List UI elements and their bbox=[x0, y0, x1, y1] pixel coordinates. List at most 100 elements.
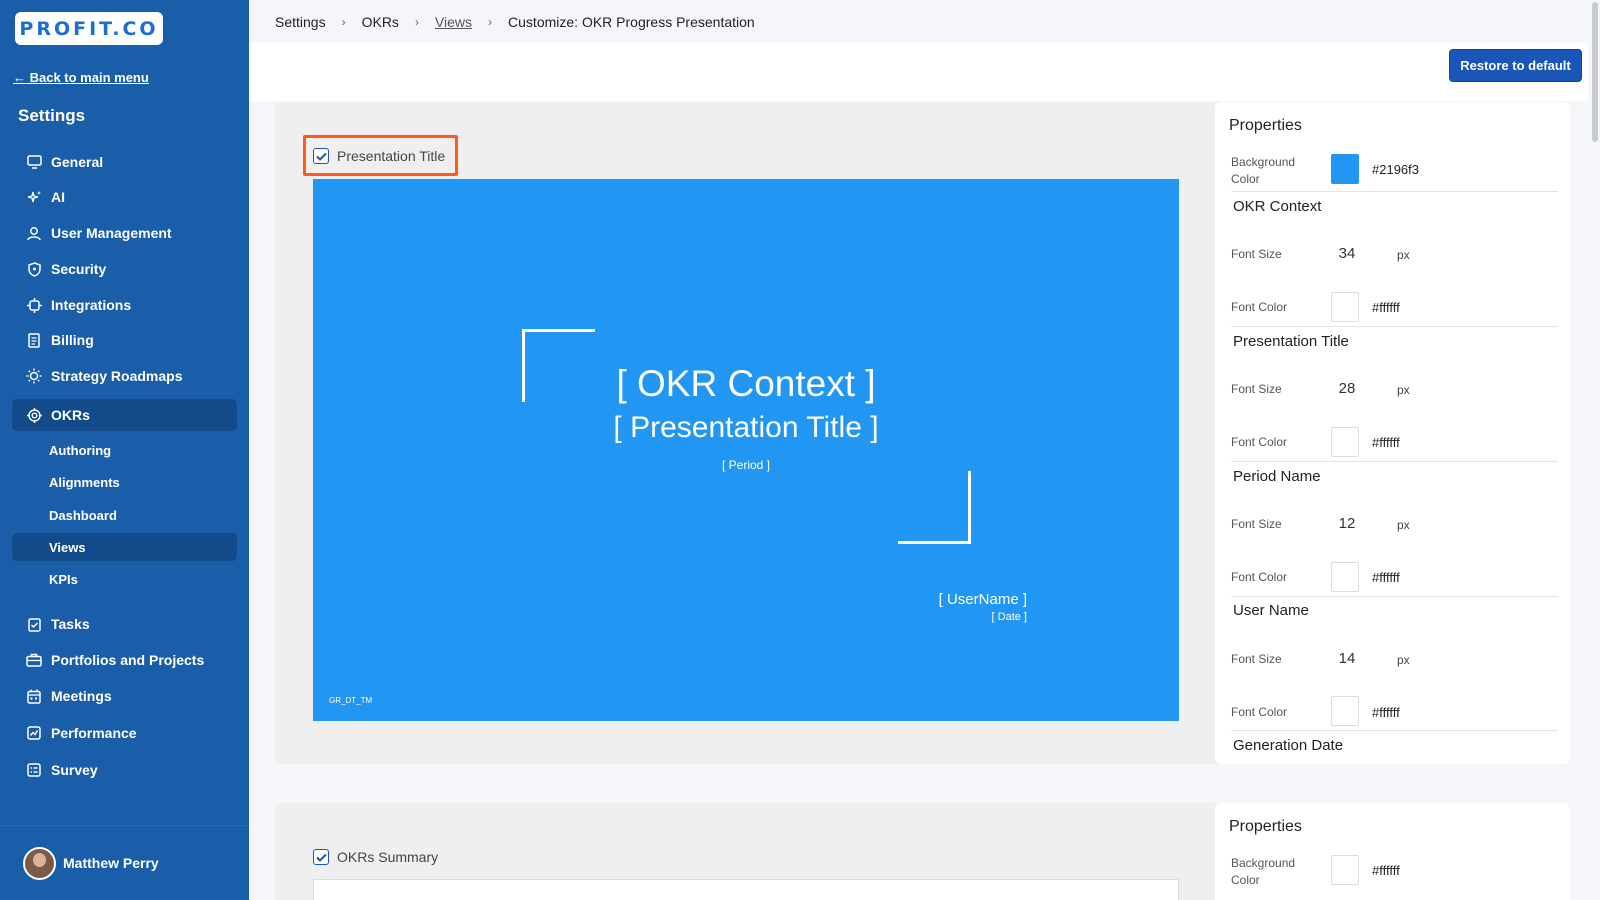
chart-icon bbox=[26, 725, 42, 741]
background-color-value[interactable]: #ffffff bbox=[1372, 863, 1400, 878]
sidebar-item-label: Portfolios and Projects bbox=[51, 652, 205, 668]
background-color-swatch[interactable] bbox=[1331, 855, 1359, 885]
sidebar-item-label: OKRs bbox=[51, 407, 90, 423]
font-size-unit: px bbox=[1397, 383, 1410, 397]
okrs-summary-section: OKRs Summary Properties Background Color… bbox=[275, 803, 1570, 900]
slide-footer-code: GR_DT_TM bbox=[329, 696, 373, 705]
sidebar-item-okrs[interactable]: OKRs bbox=[12, 399, 237, 431]
sidebar-item-strategy-roadmaps[interactable]: Strategy Roadmaps bbox=[12, 360, 237, 392]
user-name-font-size-input[interactable]: 14 bbox=[1327, 650, 1367, 667]
okr-context-font-color-value[interactable]: #ffffff bbox=[1372, 300, 1400, 315]
slide-presentation-title: [ Presentation Title ] bbox=[613, 411, 879, 444]
restore-to-default-button[interactable]: Restore to default bbox=[1449, 49, 1582, 82]
group-title-generation-date: Generation Date bbox=[1233, 737, 1344, 754]
sidebar-subitem-alignments[interactable]: Alignments bbox=[12, 468, 237, 496]
okr-context-font-color-swatch[interactable] bbox=[1331, 292, 1359, 322]
slide-preview: [ OKR Context ] [ Presentation Title ] [… bbox=[313, 179, 1179, 721]
plug-icon bbox=[26, 297, 42, 313]
background-color-swatch[interactable] bbox=[1331, 154, 1359, 184]
sidebar-item-label: Billing bbox=[51, 332, 94, 348]
sidebar-subitem-label: Authoring bbox=[49, 442, 112, 458]
okrs-summary-preview bbox=[313, 879, 1179, 900]
user-name: Matthew Perry bbox=[63, 855, 159, 871]
font-size-unit: px bbox=[1397, 518, 1410, 532]
sidebar-item-performance[interactable]: Performance bbox=[12, 717, 237, 749]
slide-okr-context: [ OKR Context ] bbox=[616, 363, 876, 404]
target-icon bbox=[26, 407, 42, 423]
sidebar-item-label: Strategy Roadmaps bbox=[51, 368, 183, 384]
sidebar-user-profile[interactable]: Matthew Perry bbox=[0, 825, 249, 900]
sidebar-item-label: User Management bbox=[51, 225, 172, 241]
breadcrumb-separator-icon: › bbox=[414, 14, 419, 29]
page-scrollbar[interactable] bbox=[1590, 0, 1600, 900]
sidebar-subitem-label: KPIs bbox=[49, 571, 78, 587]
font-size-label: Font Size bbox=[1231, 247, 1282, 261]
sidebar-item-billing[interactable]: Billing bbox=[12, 324, 237, 356]
properties-heading: Properties bbox=[1229, 117, 1302, 134]
sidebar-item-survey[interactable]: Survey bbox=[12, 754, 237, 786]
presentation-title-font-size-input[interactable]: 28 bbox=[1327, 380, 1367, 397]
presentation-title-font-color-swatch[interactable] bbox=[1331, 427, 1359, 457]
breadcrumb-settings[interactable]: Settings bbox=[275, 14, 326, 30]
sidebar-subitem-label: Alignments bbox=[49, 474, 120, 490]
okr-context-font-size-input[interactable]: 34 bbox=[1327, 245, 1367, 262]
sidebar-item-tasks[interactable]: Tasks bbox=[12, 608, 237, 640]
avatar bbox=[23, 846, 56, 880]
sidebar-item-meetings[interactable]: Meetings bbox=[12, 680, 237, 712]
sidebar-item-user-management[interactable]: User Management bbox=[12, 217, 237, 249]
presentation-title-checkbox[interactable] bbox=[313, 148, 329, 164]
background-color-label: Background Color bbox=[1231, 155, 1296, 186]
back-to-main-menu-link[interactable]: ← Back to main menu bbox=[13, 70, 149, 85]
breadcrumb-current-page: Customize: OKR Progress Presentation bbox=[508, 13, 755, 30]
breadcrumb-separator-icon: › bbox=[488, 14, 493, 29]
group-title-okr-context: OKR Context bbox=[1233, 198, 1322, 215]
sidebar-item-integrations[interactable]: Integrations bbox=[12, 289, 237, 321]
sidebar-item-label: Security bbox=[51, 261, 107, 277]
shield-icon bbox=[26, 261, 42, 277]
logo-text: PROFIT.CO bbox=[19, 17, 159, 40]
sidebar-subitem-authoring[interactable]: Authoring bbox=[12, 436, 237, 464]
okrs-summary-checkbox[interactable] bbox=[313, 849, 329, 865]
divider bbox=[1231, 461, 1558, 462]
properties-heading: Properties bbox=[1229, 818, 1302, 835]
sidebar: PROFIT.CO ← Back to main menu Settings G… bbox=[0, 0, 249, 900]
sidebar-heading: Settings bbox=[18, 106, 86, 125]
properties-panel: Properties Background Color #2196f3 OKR … bbox=[1215, 102, 1570, 764]
font-size-unit: px bbox=[1397, 248, 1410, 262]
background-color-value[interactable]: #2196f3 bbox=[1372, 162, 1419, 177]
sidebar-item-ai[interactable]: AI bbox=[12, 181, 237, 213]
divider bbox=[1231, 326, 1558, 327]
divider bbox=[1231, 730, 1558, 731]
period-name-font-color-value[interactable]: #ffffff bbox=[1372, 570, 1400, 585]
briefcase-icon bbox=[26, 652, 42, 668]
receipt-icon bbox=[26, 332, 42, 348]
background-color-label: Background Color bbox=[1231, 856, 1296, 887]
sidebar-item-label: Survey bbox=[51, 762, 98, 778]
font-size-label: Font Size bbox=[1231, 652, 1282, 666]
breadcrumb-okrs[interactable]: OKRs bbox=[362, 14, 399, 30]
sidebar-item-general[interactable]: General bbox=[12, 146, 237, 178]
period-name-font-color-swatch[interactable] bbox=[1331, 562, 1359, 592]
presentation-title-font-color-value[interactable]: #ffffff bbox=[1372, 435, 1400, 450]
breadcrumb-views[interactable]: Views bbox=[435, 14, 472, 30]
sidebar-subitem-views[interactable]: Views bbox=[12, 533, 237, 561]
period-name-font-size-input[interactable]: 12 bbox=[1327, 515, 1367, 532]
scrollbar-thumb[interactable] bbox=[1592, 2, 1598, 142]
sidebar-subitem-kpis[interactable]: KPIs bbox=[12, 565, 237, 593]
sidebar-item-label: Tasks bbox=[51, 616, 90, 632]
user-name-font-color-swatch[interactable] bbox=[1331, 696, 1359, 726]
okrs-summary-checkbox-label: OKRs Summary bbox=[337, 849, 439, 865]
sidebar-item-label: Performance bbox=[51, 725, 137, 741]
sidebar-item-portfolios-and-projects[interactable]: Portfolios and Projects bbox=[12, 644, 237, 676]
user-name-font-color-value[interactable]: #ffffff bbox=[1372, 705, 1400, 720]
sidebar-subitem-dashboard[interactable]: Dashboard bbox=[12, 501, 237, 529]
sidebar-subitem-label: Views bbox=[49, 539, 86, 555]
sidebar-item-label: AI bbox=[51, 189, 65, 205]
group-title-period-name: Period Name bbox=[1233, 468, 1321, 485]
sidebar-item-security[interactable]: Security bbox=[12, 253, 237, 285]
font-size-label: Font Size bbox=[1231, 382, 1282, 396]
profitco-logo[interactable]: PROFIT.CO bbox=[15, 12, 163, 45]
sidebar-item-label: General bbox=[51, 154, 104, 170]
font-size-label: Font Size bbox=[1231, 517, 1282, 531]
checkmark-icon bbox=[315, 152, 327, 161]
